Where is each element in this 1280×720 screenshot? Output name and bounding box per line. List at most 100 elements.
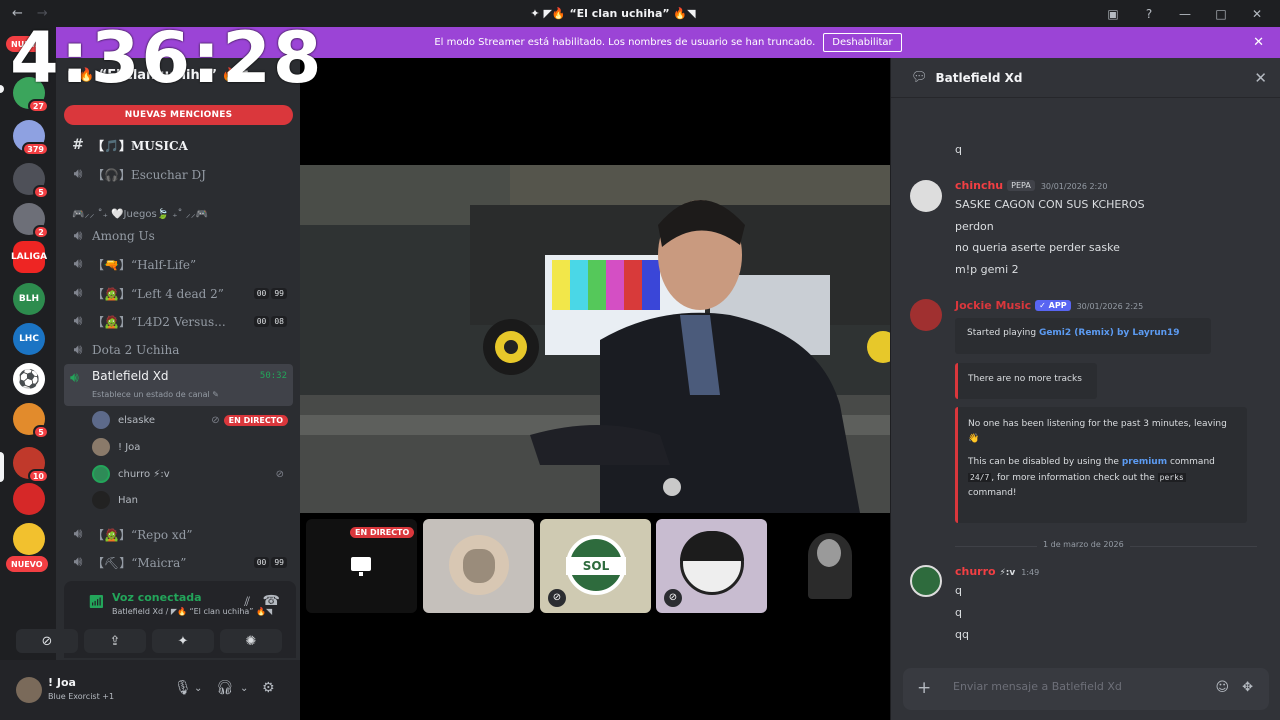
message-input[interactable]: Enviar mensaje a Batlefield Xd (953, 680, 1122, 693)
user-count: 00 08 (253, 315, 287, 327)
message-composer[interactable]: + Enviar mensaje a Batlefield Xd ☺ ✥ (903, 668, 1269, 710)
emoji-icon[interactable]: ☺ (1215, 680, 1229, 695)
server-icon[interactable]: 10 (13, 447, 49, 483)
gear-icon[interactable]: ⚙ (262, 680, 275, 696)
microphone-icon[interactable]: 🎙︎ (174, 680, 192, 696)
disable-streamer-button[interactable]: Deshabilitar (823, 33, 902, 52)
chevron-down-icon[interactable]: ⌄ (240, 683, 248, 694)
cat-avatar-icon (463, 549, 495, 583)
channel-repo[interactable]: 🔊︎ 【🧟】“Repo xd” (64, 521, 293, 547)
soundboard-button[interactable]: ✺ (220, 629, 282, 653)
speaker-icon: 🔊︎ (73, 554, 83, 570)
video-stage: EN DIRECTO SOL ⊘ ⊘ (300, 58, 890, 720)
message-text: q (955, 606, 962, 619)
server-icon-laliga[interactable]: LALIGA (11, 241, 47, 273)
message-author[interactable]: churro ⚡:v 1:49 (955, 565, 1039, 578)
maximize-icon[interactable]: □ (1214, 7, 1228, 21)
new-unreads-bottom-pill[interactable]: NUEVO (6, 556, 48, 572)
channel-l4d2-versus[interactable]: 🔊︎ 【🧟】“L4D2 Versus... 00 08 (64, 308, 293, 334)
avatar[interactable] (16, 677, 42, 703)
activities-button[interactable]: ✦ (152, 629, 214, 653)
share-screen-button[interactable]: ⇪ (84, 629, 146, 653)
voice-user-churro[interactable]: churro ⚡:v ⊘ (92, 463, 292, 485)
track-link[interactable]: Gemi2 (Remix) by Layrun19 (1039, 328, 1180, 338)
channel-musica[interactable]: # 【🎵】MUSICA (64, 132, 293, 158)
voice-user-han[interactable]: Han (92, 489, 292, 511)
monitor-icon (351, 557, 371, 576)
server-icon-football[interactable]: ⚽ (13, 363, 45, 395)
channel-dota2[interactable]: 🔊︎ Dota 2 Uchiha (64, 337, 293, 363)
server-icon[interactable] (13, 523, 45, 555)
plus-icon[interactable]: + (917, 678, 931, 698)
signal-icon[interactable]: 📶︎ (88, 595, 105, 610)
voice-user-name: ! Joa (118, 441, 141, 453)
channel-batlefield-active[interactable]: 🔊︎ Batlefield Xd Establece un estado de … (64, 364, 293, 406)
camera-off-button[interactable]: ⊘ (16, 629, 78, 653)
channel-label: Among Us (92, 229, 155, 243)
message-author[interactable]: Jockie Music ✓ APP 30/01/2026 2:25 (955, 299, 1143, 312)
server-icon[interactable]: 2 (13, 203, 49, 239)
noise-suppression-icon[interactable]: ⫽ (244, 595, 250, 610)
mention-badge: 5 (33, 425, 49, 439)
voice-status[interactable]: Voz conectada (112, 591, 202, 604)
channel-label: 【🧟】“Left 4 dead 2” (92, 286, 224, 301)
timestamp: 30/01/2026 2:25 (1076, 302, 1144, 311)
mention-badge: 2 (33, 225, 49, 239)
user-status: Blue Exorcist +1 (48, 692, 115, 701)
mention-badge: 10 (27, 469, 49, 483)
participant-tile-anime[interactable]: ⊘ (656, 519, 767, 613)
banner-text: El modo Streamer está habilitado. Los no… (434, 37, 816, 48)
participant-tile-sol[interactable]: SOL ⊘ (540, 519, 651, 613)
window-controls: ▣ ? — □ ✕ (1106, 7, 1280, 21)
message-author[interactable]: chinchu PEPA 30/01/2026 2:20 (955, 179, 1107, 192)
chevron-down-icon[interactable]: ⌄ (194, 683, 202, 694)
channel-maicra[interactable]: 🔊︎ 【⛏】“Maicra” 00 99 (64, 549, 293, 575)
voice-user-name: Han (118, 494, 138, 506)
new-mentions-button[interactable]: NUEVAS MENCIONES (64, 105, 293, 125)
channel-label: 【⛏】“Maicra” (92, 555, 187, 570)
close-icon[interactable]: ✕ (1253, 35, 1264, 50)
message-text: q (955, 143, 962, 156)
headphones-icon[interactable]: 🎧︎ (216, 680, 234, 696)
minimize-icon[interactable]: — (1178, 7, 1192, 21)
close-window-icon[interactable]: ✕ (1250, 7, 1264, 21)
category-juegos[interactable]: 🎮⸝⸝ ˚₊ 🤍Juegos🍃 ₊˚ ⸝⸝🎮 (72, 206, 208, 220)
avatar[interactable] (910, 180, 942, 212)
channel-escuchar-dj[interactable]: 🔊︎ 【🎧】Escuchar DJ (64, 161, 293, 187)
disconnect-icon[interactable]: ☎ (263, 593, 280, 609)
live-badge: EN DIRECTO (350, 527, 415, 538)
server-icon[interactable] (13, 483, 45, 515)
close-icon[interactable]: ✕ (1254, 69, 1267, 87)
speaker-icon: 🔊︎ (73, 166, 83, 182)
avatar[interactable] (910, 565, 942, 597)
server-icon-blh[interactable]: BLH (13, 283, 45, 315)
face-shape (817, 539, 841, 567)
server-icon[interactable]: 5 (13, 163, 49, 199)
channel-status[interactable]: Establece un estado de canal ✎ (92, 390, 219, 399)
stream-video[interactable] (300, 165, 890, 513)
server-icon[interactable]: 5 (13, 403, 49, 439)
channel-among-us[interactable]: 🔊︎ Among Us (64, 223, 293, 249)
speaker-icon: 🔊︎ (73, 342, 83, 358)
avatar[interactable] (910, 299, 942, 331)
apps-icon[interactable]: ✥ (1242, 680, 1253, 695)
help-icon[interactable]: ? (1142, 7, 1156, 21)
user-name[interactable]: ! Joa (48, 676, 76, 689)
channel-half-life[interactable]: 🔊︎ 【🔫】“Half-Life” (64, 251, 293, 277)
inbox-icon[interactable]: ▣ (1106, 7, 1120, 21)
voice-user-elsaske[interactable]: elsaske ⊘ EN DIRECTO (92, 409, 292, 431)
chat-header: 💬︎ Batlefield Xd ✕ (891, 58, 1280, 98)
channel-left4dead2[interactable]: 🔊︎ 【🧟】“Left 4 dead 2” 00 99 (64, 280, 293, 306)
chat-bubble-icon: 💬︎ (911, 70, 928, 85)
voice-user-joa[interactable]: ! Joa (92, 436, 292, 458)
server-icon-lhc[interactable]: LHC (13, 323, 45, 355)
server-icon[interactable]: 379 (13, 120, 49, 156)
message-text: qq (955, 628, 969, 641)
premium-link[interactable]: premium (1122, 457, 1167, 467)
voice-user-name: elsaske (118, 414, 156, 426)
speaker-icon: 🔊︎ (73, 256, 83, 272)
screen-share-tile[interactable]: EN DIRECTO (306, 519, 417, 613)
participant-tile-cat[interactable] (423, 519, 534, 613)
participant-tile-han[interactable] (773, 519, 884, 613)
message-text: no queria aserte perder saske (955, 241, 1120, 254)
